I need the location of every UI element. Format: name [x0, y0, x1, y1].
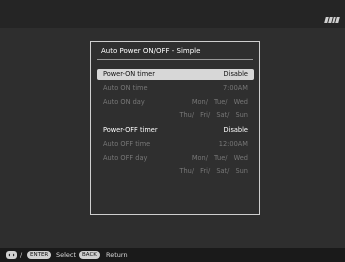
dpad-icon-svg: [6, 251, 17, 259]
power-off-timer-value: Disable: [223, 126, 248, 134]
auto-off-time-row: Auto OFF time 12:00AM: [97, 139, 254, 150]
auto-on-day-row: Auto ON day Mon/ Tue/ Wed: [97, 97, 254, 108]
power-off-timer-label: Power-OFF timer: [103, 126, 158, 134]
auto-on-time-row: Auto ON time 7:00AM: [97, 83, 254, 94]
dialog-title: Auto Power ON/OFF - Simple: [101, 47, 201, 55]
auto-off-time-value: 12:00AM: [218, 140, 248, 148]
auto-power-dialog: Auto Power ON/OFF - Simple Power-ON time…: [90, 41, 260, 215]
battery-icon: [324, 17, 340, 23]
auto-off-time-label: Auto OFF time: [103, 140, 151, 148]
enter-key-label: ENTER: [27, 251, 52, 259]
auto-off-day-row: Auto OFF day Mon/ Tue/ Wed: [97, 153, 254, 164]
auto-on-day-row-2: Thu/ Fri/ Sat/ Sun: [97, 110, 254, 121]
auto-on-days-line2: Thu/ Fri/ Sat/ Sun: [179, 111, 248, 119]
footer-separator: /: [20, 251, 23, 259]
top-bar: [0, 0, 345, 28]
auto-off-day-row-2: Thu/ Fri/ Sat/ Sun: [97, 166, 254, 177]
auto-on-time-value: 7:00AM: [222, 84, 248, 92]
auto-off-day-label: Auto OFF day: [103, 154, 148, 162]
auto-off-days-line2: Thu/ Fri/ Sat/ Sun: [179, 167, 248, 175]
auto-on-time-label: Auto ON time: [103, 84, 148, 92]
auto-off-days-line1: Mon/ Tue/ Wed: [191, 154, 248, 162]
power-on-timer-value: Disable: [223, 70, 248, 78]
power-off-timer-row[interactable]: Power-OFF timer Disable: [97, 125, 254, 136]
auto-on-days-line1: Mon/ Tue/ Wed: [191, 98, 248, 106]
power-on-timer-row[interactable]: Power-ON timer Disable: [97, 69, 254, 80]
select-label: Select: [56, 251, 77, 259]
enter-key-badge: ENTER: [27, 248, 52, 262]
bottom-help-bar: / ENTER Select BACK Return: [0, 248, 345, 262]
back-key-badge: BACK: [79, 248, 100, 262]
title-divider: [97, 59, 253, 60]
screen: Auto Power ON/OFF - Simple Power-ON time…: [0, 0, 345, 262]
return-label: Return: [106, 251, 128, 259]
auto-on-day-label: Auto ON day: [103, 98, 145, 106]
back-key-label: BACK: [79, 251, 100, 259]
dpad-icon: [6, 248, 17, 262]
power-on-timer-label: Power-ON timer: [103, 70, 155, 78]
